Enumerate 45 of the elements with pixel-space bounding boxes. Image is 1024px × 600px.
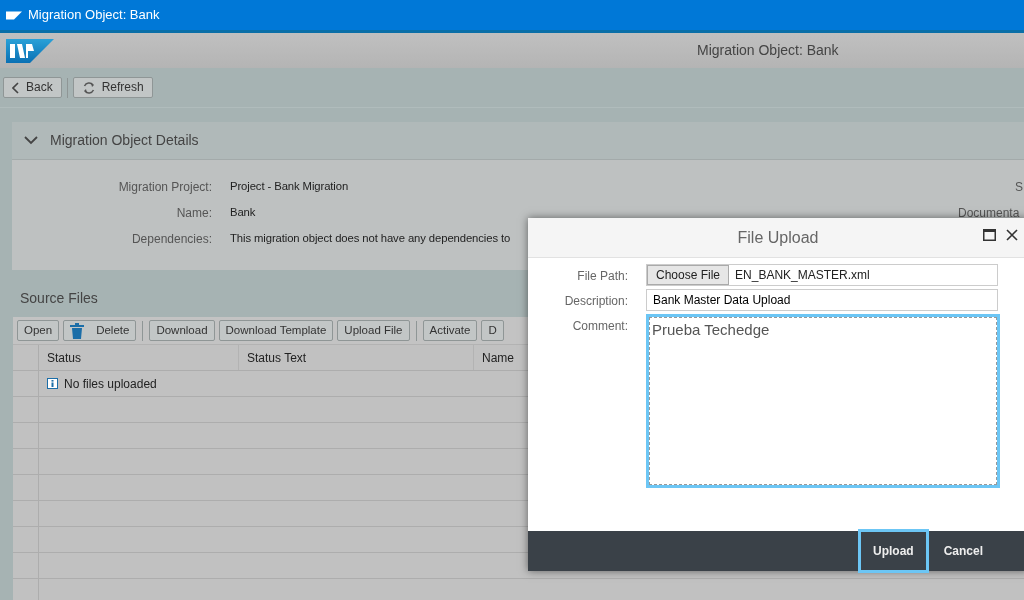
field-label: File Path: (576, 268, 629, 285)
action-button[interactable]: D (481, 320, 504, 341)
action-button[interactable]: Download (149, 320, 215, 341)
refresh-button[interactable]: Refresh (72, 77, 153, 98)
field-label: Migration Project: (117, 179, 212, 196)
action-button[interactable]: Activate (422, 320, 478, 341)
page-title: Migration Object: Bank (697, 41, 839, 60)
column-header: Status (39, 345, 239, 370)
action-button[interactable]: Open (17, 320, 60, 341)
sap-logo-icon (6, 38, 54, 63)
trash-icon (70, 322, 85, 339)
file-field[interactable]: Choose File EN_BANK_MASTER.xml (646, 264, 998, 286)
field-label: Dependencies: (130, 231, 212, 248)
action-button[interactable]: Download Template (218, 320, 334, 341)
field-label: S (1015, 179, 1023, 196)
upload-button[interactable]: Upload (857, 529, 929, 573)
dialog-title: File Upload (737, 227, 819, 248)
close-icon[interactable] (1006, 229, 1018, 241)
section-title: Source Files (20, 289, 98, 308)
description-field[interactable]: Bank Master Data Upload (646, 289, 998, 311)
field-value: This migration object does not have any dependencies to (230, 231, 511, 246)
back-button[interactable]: Back (3, 77, 62, 98)
chevron-left-icon (12, 81, 20, 94)
action-button[interactable]: Delete (63, 320, 137, 341)
chevron-icon[interactable] (24, 136, 38, 145)
field-label: Documenta (958, 205, 1020, 222)
maximize-icon[interactable] (983, 229, 996, 241)
sap-logo-icon (6, 10, 22, 20)
file-name: EN_BANK_MASTER.xml (735, 267, 870, 284)
table-message: No files uploaded (64, 375, 157, 393)
column-header: Name (481, 349, 515, 367)
field-label: Name: (175, 205, 212, 222)
field-label: Description: (563, 293, 629, 310)
field-value: Project - Bank Migration (230, 179, 349, 194)
refresh-icon (81, 80, 96, 95)
panel-title: Migration Object Details (50, 131, 199, 150)
field-label: Comment: (571, 318, 629, 335)
info-icon (47, 378, 58, 389)
action-button[interactable]: Upload File (337, 320, 410, 341)
field-value: Bank (230, 205, 256, 220)
cancel-button[interactable]: Cancel (928, 531, 998, 571)
window-title: Migration Object: Bank (28, 6, 160, 25)
comment-field[interactable]: Prueba Techedge (646, 314, 1000, 488)
column-header: Status Text (239, 345, 474, 370)
choose-file-button[interactable]: Choose File (647, 265, 730, 285)
